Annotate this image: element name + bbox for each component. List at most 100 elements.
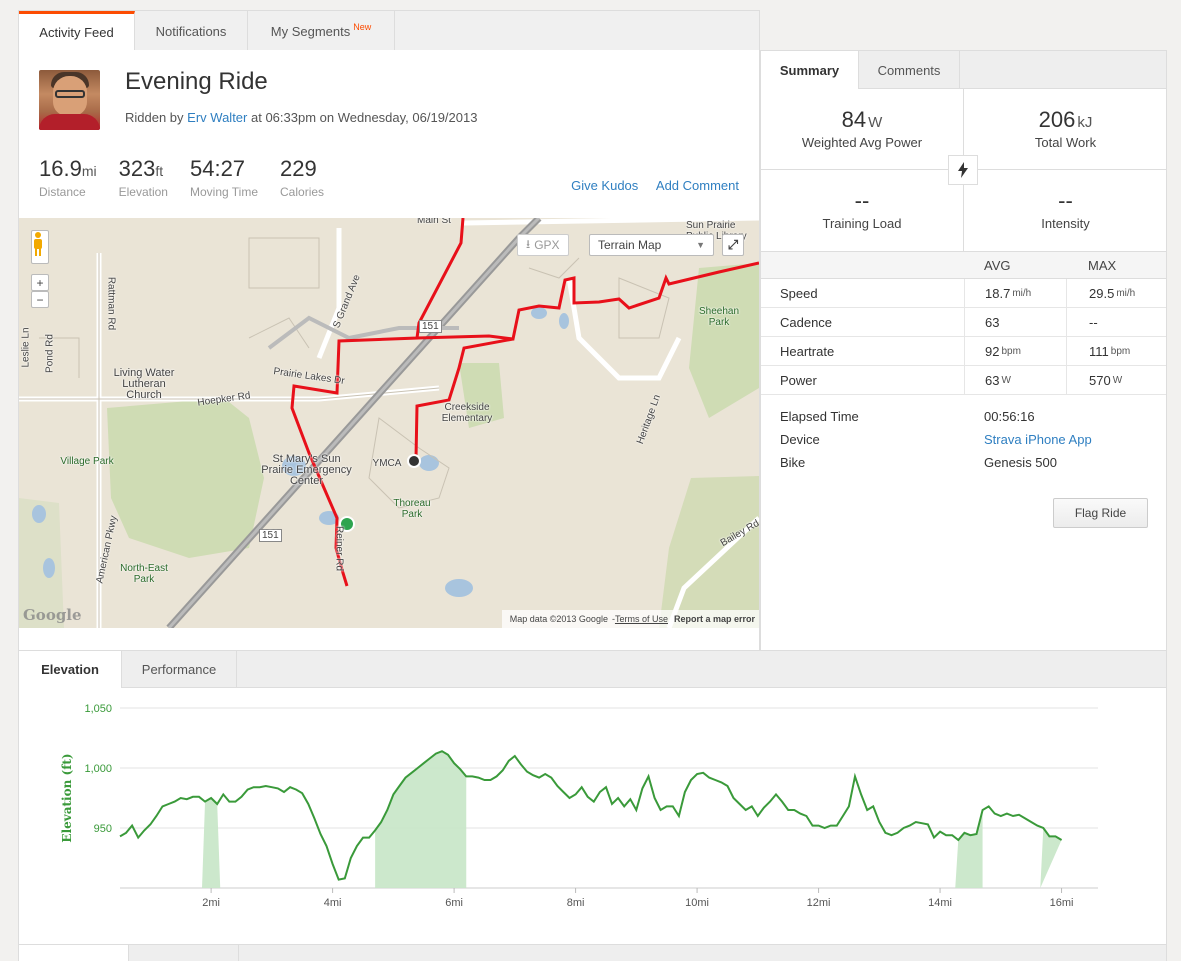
x-tick-label: 14mi [928, 897, 952, 909]
avg-header: AVG [984, 257, 1011, 273]
gpx-label: GPX [534, 238, 560, 252]
avg-unit: mi/h [1012, 287, 1032, 299]
kpi-intensity: -- Intensity [964, 170, 1167, 251]
bottom-tabs [18, 944, 1167, 961]
kpi-weighted-avg-power: 84 W Weighted Avg Power [761, 89, 964, 170]
report-map-error-link[interactable]: Report a map error [674, 614, 755, 624]
stat-label: Calories [280, 185, 325, 199]
stat-value: 323 [118, 156, 156, 181]
x-tick-label: 16mi [1050, 897, 1074, 909]
x-tick-label: 12mi [807, 897, 831, 909]
climb-area [202, 798, 221, 888]
map-footer: Map data ©2013 Google - Terms of Use Rep… [501, 610, 759, 628]
avg-value: 92 [985, 343, 1000, 359]
avg-unit: bpm [1001, 345, 1021, 357]
bottom-tab-1[interactable] [19, 945, 129, 961]
stat-calories: 229 Calories [280, 156, 324, 199]
map-label-reiner-rd: Reiner Rd [333, 525, 345, 572]
chevron-down-icon: ▼ [696, 240, 705, 250]
detail-key: Device [780, 432, 820, 447]
tab-elevation[interactable]: Elevation [19, 651, 122, 688]
detail-value: Genesis 500 [984, 455, 1057, 470]
stat-label: Elevation [118, 185, 168, 199]
row-label: Speed [780, 285, 818, 301]
tab-performance-label: Performance [141, 662, 217, 677]
detail-value: 00:56:16 [984, 409, 1035, 424]
stat-label: Distance [39, 185, 86, 199]
x-tick-label: 6mi [445, 897, 463, 909]
map-label-north-east-park: North-East Park [120, 563, 168, 585]
x-tick-label: 4mi [324, 897, 342, 909]
x-tick-label: 8mi [567, 897, 585, 909]
map-label-main-st: Main St [417, 218, 451, 226]
tab-summary[interactable]: Summary [761, 51, 859, 89]
give-kudos-link[interactable]: Give Kudos [571, 178, 638, 193]
terms-link[interactable]: Terms of Use [615, 614, 668, 624]
y-tick-label: 950 [94, 823, 112, 835]
route-map[interactable]: Main St Sun Prairie Public Library Rattm… [19, 218, 759, 628]
tab-activity-feed[interactable]: Activity Feed [19, 11, 135, 51]
kpi-value: -- [1058, 188, 1073, 213]
kpi-unit: W [868, 114, 883, 131]
map-label-hwy151: 151 [419, 320, 442, 333]
tab-comments-label: Comments [877, 62, 941, 78]
map-label-st-marys: St Mary's Sun Prairie Emergency Center [261, 453, 352, 487]
y-tick-label: 1,000 [84, 763, 112, 775]
table-row: Speed 18.7 mi/h 29.5 mi/h [761, 279, 1166, 308]
kpi-total-work: 206 kJ Total Work [964, 89, 1167, 170]
avg-value: 18.7 [985, 285, 1011, 301]
ridden-by-prefix: Ridden by [125, 110, 184, 125]
add-comment-link[interactable]: Add Comment [656, 178, 739, 193]
stat-distance: 16.9mi Distance [39, 156, 97, 199]
map-label-pond-rd: Pond Rd [44, 334, 56, 373]
zoom-in-button[interactable]: + [31, 274, 49, 291]
new-badge: New [353, 22, 372, 32]
tab-notifications[interactable]: Notifications [135, 11, 248, 51]
map-data-text: Map data ©2013 Google [509, 614, 608, 624]
map-label-creekside: Creekside Elementary [441, 402, 493, 424]
stat-elevation: 323ft Elevation [119, 156, 168, 199]
map-label-ymca: YMCA [372, 458, 402, 469]
lightning-bolt-icon [948, 155, 978, 185]
activity-stats: 16.9mi Distance 323ft Elevation 54:27 Mo… [39, 156, 346, 199]
table-row: Cadence 63 -- [761, 308, 1166, 337]
activity-time: at 06:33pm on Wednesday, 06/19/2013 [251, 110, 478, 125]
max-value: 570 [1089, 372, 1111, 388]
kpi-label: Weighted Avg Power [801, 135, 923, 150]
stat-unit: mi [81, 163, 97, 179]
stat-value: 229 [280, 156, 317, 181]
climb-area [375, 751, 467, 888]
summary-panel: 84 W Weighted Avg Power 206 kJ Total Work … [760, 89, 1167, 650]
summary-tabs: Summary Comments [760, 50, 1167, 89]
stat-value: 54:27 [189, 156, 246, 181]
stat-unit: ft [155, 163, 164, 179]
avg-unit: W [1001, 374, 1011, 386]
device-link[interactable]: Strava iPhone App [984, 432, 1092, 447]
map-type-select[interactable]: Terrain Map ▼ [589, 234, 714, 256]
kpi-label: Training Load [822, 216, 902, 231]
flag-ride-button[interactable]: Flag Ride [1053, 498, 1148, 528]
tab-my-segments[interactable]: My Segments New [248, 11, 395, 51]
zoom-out-button[interactable]: − [31, 291, 49, 308]
tab-notifications-label: Notifications [155, 23, 227, 39]
tab-comments[interactable]: Comments [859, 51, 960, 89]
kpi-label: Total Work [1034, 135, 1097, 150]
bolt-glyph [958, 162, 968, 178]
kpi-value: 206 [1038, 107, 1076, 132]
map-type-label: Terrain Map [598, 238, 662, 252]
tab-activity-feed-label: Activity Feed [39, 25, 114, 40]
gpx-button[interactable]: ⭳ GPX [517, 234, 569, 256]
row-label: Heartrate [780, 343, 835, 359]
elevation-chart-svg[interactable]: 950 1,000 1,050 2mi 4mi 6mi 8mi 10mi 12mi 14mi 16m… [19, 688, 1166, 944]
street-view-pegman-icon[interactable] [31, 230, 49, 264]
tab-performance[interactable]: Performance [122, 651, 237, 688]
map-label-living-water: Living Water Lutheran Church [113, 367, 175, 401]
max-unit: mi/h [1116, 287, 1136, 299]
max-value: 111 [1089, 343, 1109, 359]
athlete-link[interactable]: Erv Walter [187, 110, 247, 125]
fullscreen-icon[interactable]: ⤢ [722, 234, 744, 256]
bottom-tab-2[interactable] [129, 945, 239, 961]
detail-row-elapsed: Elapsed Time 00:56:16 [780, 405, 1092, 428]
avatar[interactable] [39, 70, 100, 130]
activity-title: Evening Ride [125, 68, 268, 95]
